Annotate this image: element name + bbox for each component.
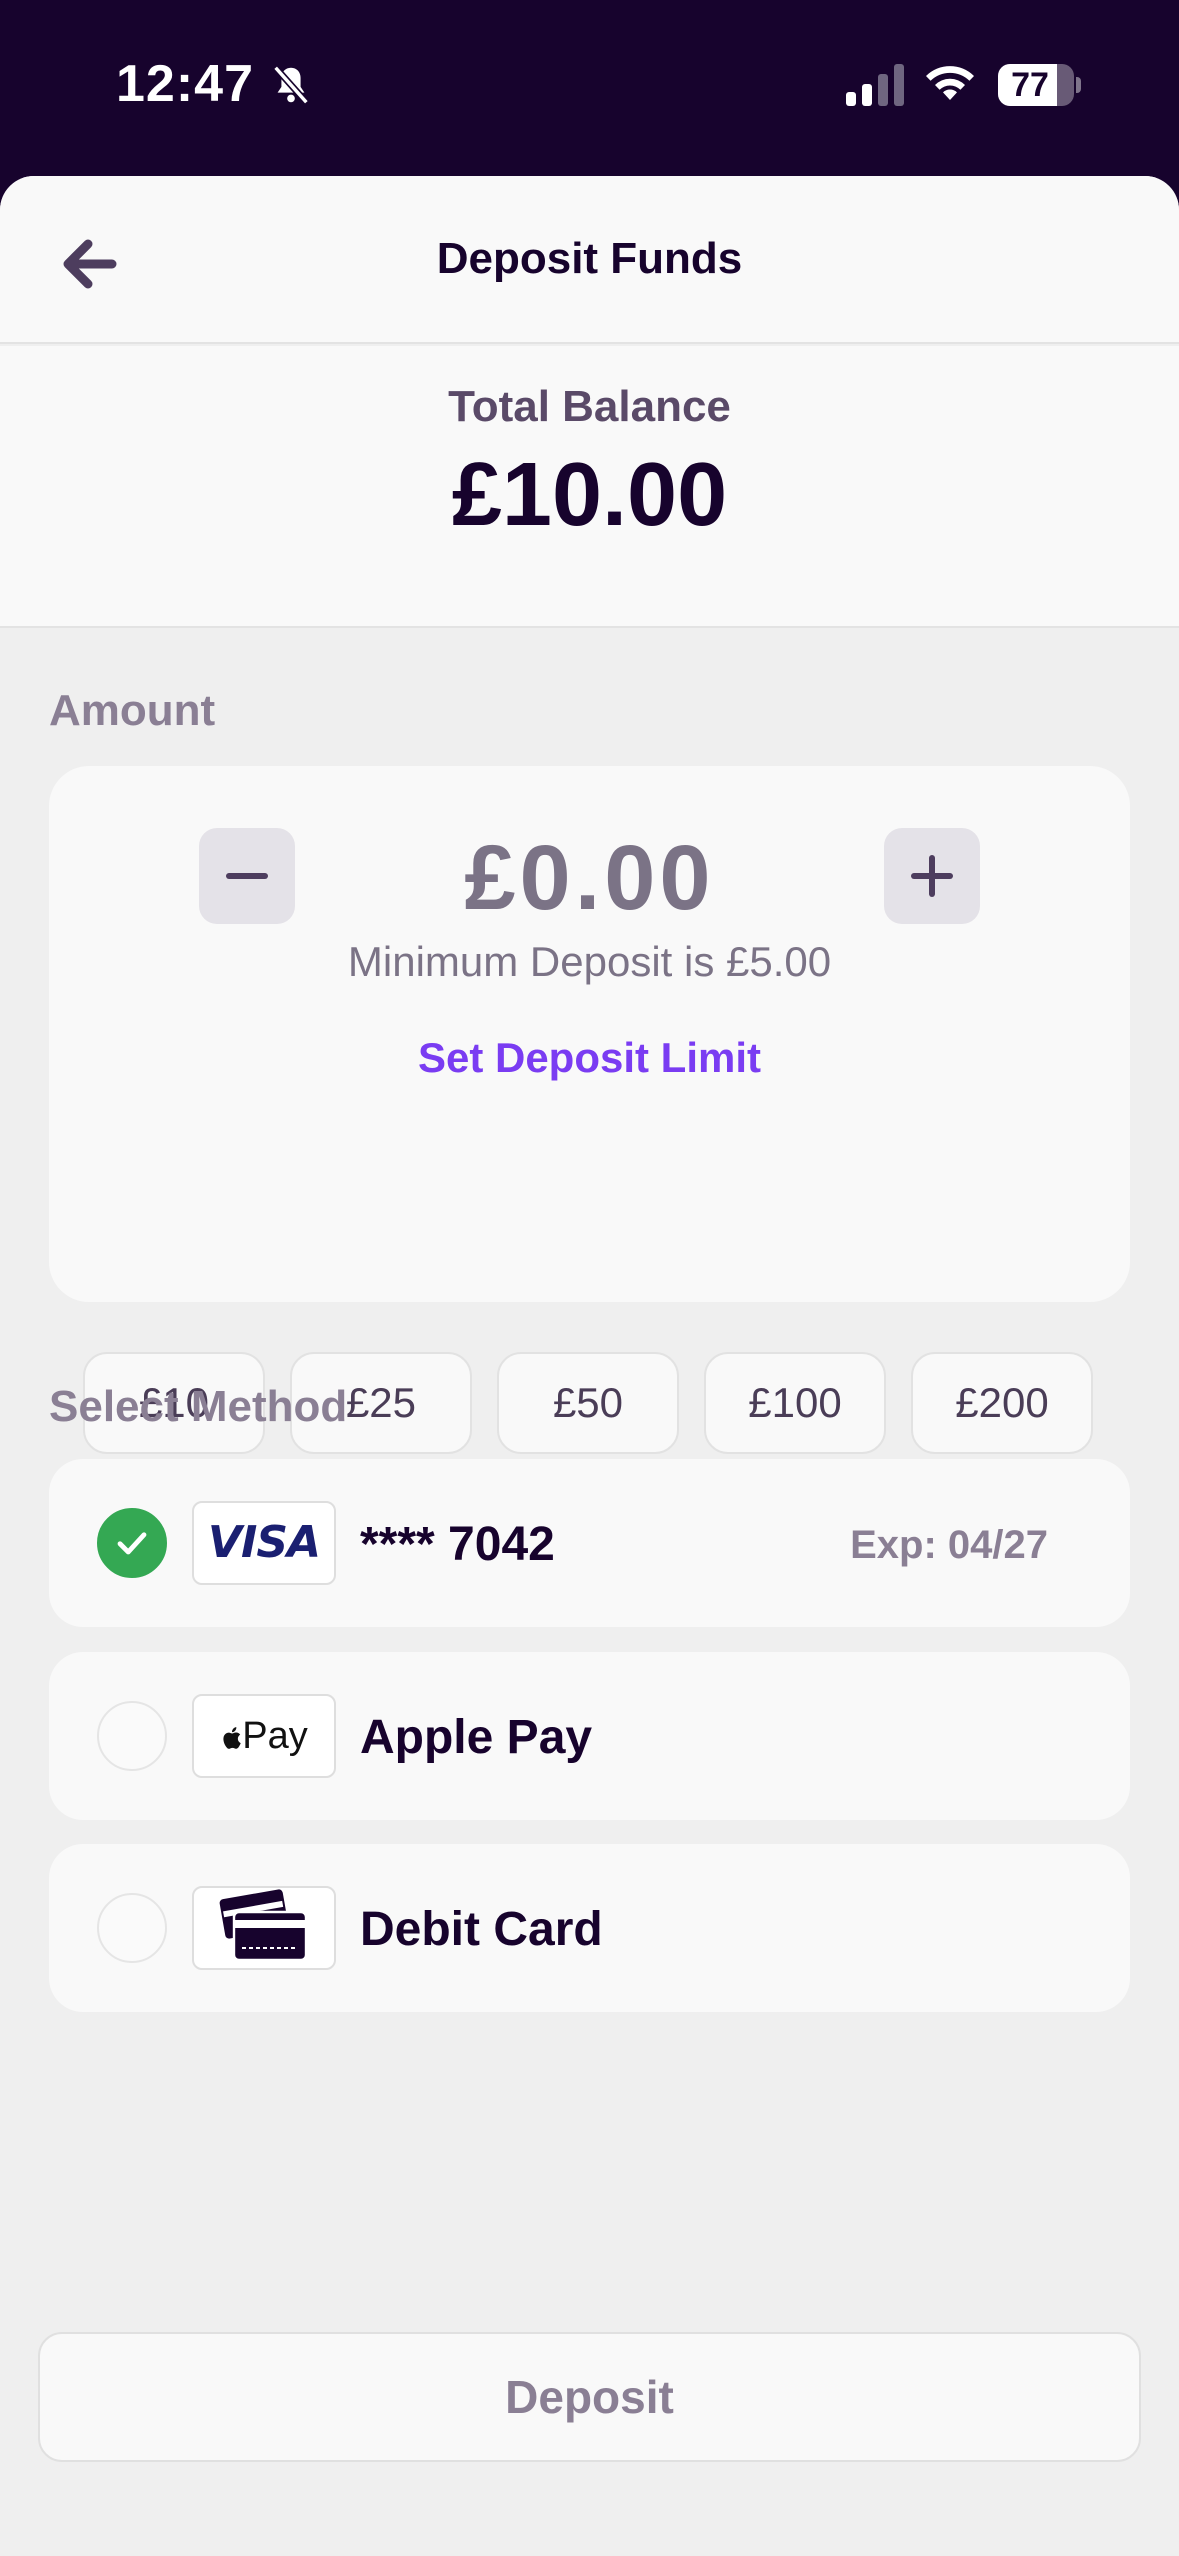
deposit-button[interactable]: Deposit [38, 2332, 1141, 2462]
apple-pay-logo: Pay [192, 1694, 336, 1778]
status-bar: 12:47 77 [0, 0, 1179, 176]
battery-level: 77 [1011, 66, 1049, 104]
checkmark-icon [117, 1532, 147, 1555]
apple-pay-label: Apple Pay [360, 1711, 593, 1764]
battery-indicator: 77 [998, 64, 1081, 106]
status-time: 12:47 [116, 55, 254, 113]
method-radio[interactable] [97, 1701, 167, 1771]
quick-amount-button[interactable]: £200 [911, 1352, 1093, 1454]
method-section-label: Select Method [49, 1382, 348, 1431]
debit-card-label: Debit Card [360, 1903, 603, 1956]
cellular-signal-icon [846, 64, 904, 106]
increase-amount-button[interactable] [884, 828, 980, 924]
payment-method-apple-pay[interactable]: Pay Apple Pay [49, 1652, 1130, 1820]
payment-method-debit-card[interactable]: Debit Card [49, 1844, 1130, 2012]
payment-method-visa[interactable]: VISA **** 7042 Exp: 04/27 [49, 1459, 1130, 1627]
method-radio[interactable] [97, 1893, 167, 1963]
method-radio-selected[interactable] [97, 1508, 167, 1578]
bell-slash-icon [273, 65, 309, 105]
visa-logo: VISA [192, 1501, 336, 1585]
balance-label: Total Balance [448, 382, 731, 431]
balance-panel: Total Balance £10.00 [0, 346, 1179, 628]
amount-section-label: Amount [49, 686, 216, 735]
credit-card-icon [219, 1889, 308, 1962]
header: Deposit Funds [0, 176, 1179, 344]
debit-card-logo [192, 1886, 336, 1970]
card-expiry: Exp: 04/27 [850, 1523, 1048, 1567]
apple-icon [223, 1727, 241, 1749]
minimum-deposit-note: Minimum Deposit is £5.00 [347, 938, 832, 985]
plus-icon [911, 855, 953, 897]
card-number: **** 7042 [360, 1518, 555, 1571]
amount-card: £0.00 Minimum Deposit is £5.00 Set Depos… [49, 766, 1130, 1454]
deposit-sheet: Deposit Funds Total Balance £10.00 Amoun… [0, 176, 1179, 2556]
set-deposit-limit-link[interactable]: Set Deposit Limit [49, 1034, 1130, 1082]
wifi-icon [926, 66, 974, 100]
quick-amount-button[interactable]: £100 [704, 1352, 886, 1454]
balance-value: £10.00 [451, 445, 728, 545]
apple-pay-logo-text: Pay [242, 1715, 308, 1757]
quick-amount-button[interactable]: £50 [497, 1352, 679, 1454]
page-title: Deposit Funds [436, 234, 743, 283]
